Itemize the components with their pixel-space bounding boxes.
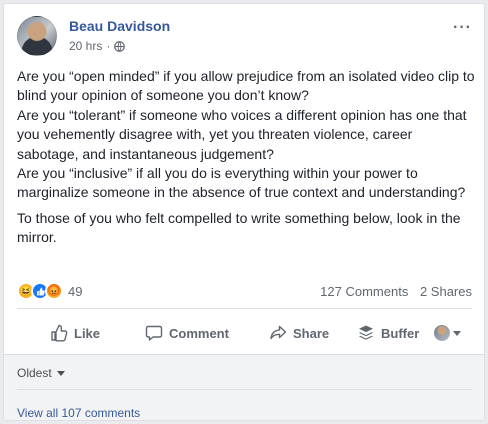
comments-count[interactable]: 127 Comments <box>320 284 408 299</box>
author-name[interactable]: Beau Davidson <box>69 18 170 34</box>
stats-divider <box>17 308 472 309</box>
sort-chevron-down-icon <box>56 370 65 376</box>
buffer-stack-icon <box>359 325 373 340</box>
share-button[interactable]: Share <box>269 324 329 342</box>
post-paragraph-2: To those of you who felt compelled to wr… <box>17 209 461 246</box>
share-label: Share <box>293 325 330 341</box>
comments-divider <box>17 389 472 390</box>
sort-label: Oldest <box>17 366 52 380</box>
comments-section: Oldest View all 107 comments <box>4 354 484 420</box>
buffer-label: Buffer <box>381 325 420 341</box>
comment-button[interactable]: Comment <box>145 324 229 342</box>
action-bar: Like Comment Share Buffer <box>17 313 472 353</box>
post-meta: 20 hrs · <box>69 39 126 53</box>
view-all-comments-link[interactable]: View all 107 comments <box>17 406 140 420</box>
post-paragraph-1: Are you “open minded” if you allow preju… <box>17 68 475 201</box>
post-as-selector[interactable] <box>434 325 461 341</box>
globe-icon[interactable] <box>114 40 126 52</box>
meta-separator: · <box>106 39 111 53</box>
like-button[interactable]: Like <box>50 324 100 342</box>
share-arrow-icon <box>270 325 287 340</box>
post-body: Are you “open minded” if you allow preju… <box>17 67 477 254</box>
reaction-count[interactable]: 49 <box>68 284 82 299</box>
shares-count[interactable]: 2 Shares <box>420 284 472 299</box>
post-header: Beau Davidson 20 hrs · ··· <box>17 15 472 59</box>
post-card: Beau Davidson 20 hrs · ··· Are you “open… <box>3 3 485 421</box>
angry-icon: 😡 <box>45 282 63 300</box>
user-mini-avatar <box>434 325 450 341</box>
engagement-counts: 127 Comments 2 Shares <box>312 284 472 299</box>
post-time[interactable]: 20 hrs <box>69 39 102 53</box>
comment-sort-dropdown[interactable]: Oldest <box>17 366 65 380</box>
chevron-down-icon <box>453 330 461 336</box>
comment-label: Comment <box>169 325 229 341</box>
reactions-summary[interactable]: 😆 😡 49 <box>17 282 82 300</box>
post-stats: 😆 😡 49 127 Comments 2 Shares <box>17 282 472 302</box>
thumbs-up-icon <box>51 324 68 342</box>
more-options-icon[interactable]: ··· <box>453 19 472 37</box>
buffer-button[interactable]: Buffer <box>357 324 419 342</box>
comment-bubble-icon <box>145 325 163 341</box>
author-avatar[interactable] <box>17 16 57 56</box>
like-label: Like <box>74 325 101 341</box>
